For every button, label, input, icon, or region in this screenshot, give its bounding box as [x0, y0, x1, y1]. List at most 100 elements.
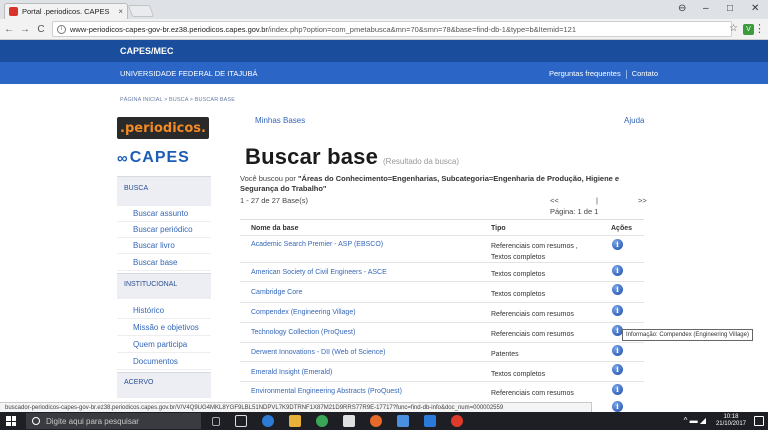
base-name-link[interactable]: Technology Collection (ProQuest) — [251, 329, 355, 336]
microphone-icon[interactable] — [212, 417, 220, 426]
info-icon[interactable]: i — [612, 284, 623, 295]
table-row: Environmental Engineering Abstracts (Pro… — [240, 381, 644, 402]
new-tab-button[interactable] — [127, 5, 155, 17]
capes-logo-text: CAPES — [129, 149, 190, 166]
pager-prev[interactable]: << — [550, 196, 559, 205]
forward-icon[interactable]: → — [18, 24, 32, 35]
reload-icon[interactable]: C — [34, 24, 48, 35]
sidebar-item-buscar-assunto[interactable]: Buscar assunto — [117, 206, 211, 222]
col-acoes: Ações — [611, 225, 633, 232]
search-summary: Você buscou por "Áreas do Conhecimento=E… — [240, 174, 640, 194]
taskbar-search-input[interactable]: Digite aqui para pesquisar — [26, 413, 201, 429]
tab-close-icon[interactable]: × — [118, 7, 123, 16]
info-icon[interactable]: i — [612, 345, 623, 356]
capes-mec-bar: CAPES/MEC — [0, 40, 768, 62]
minhas-bases-link[interactable]: Minhas Bases — [255, 116, 305, 125]
table-row: Emerald Insight (Emerald) Textos complet… — [240, 361, 644, 381]
info-icon[interactable]: i — [612, 239, 623, 250]
user-profile-icon[interactable]: ⊖ — [678, 3, 686, 14]
taskbar-search-placeholder: Digite aqui para pesquisar — [46, 416, 139, 426]
status-bar: buscador-periodicos-capes-gov-br.ez38.pe… — [0, 402, 592, 412]
cortana-icon — [32, 417, 40, 425]
sidebar-item-quem-participa[interactable]: Quem participa — [117, 337, 211, 353]
minimize-icon[interactable]: – — [703, 3, 709, 14]
sidebar-item-documentos[interactable]: Documentos — [117, 354, 211, 370]
breadcrumb[interactable]: PÁGINA INICIAL > BUSCA > BUSCAR BASE — [120, 97, 235, 103]
maximize-icon[interactable]: □ — [727, 3, 733, 14]
base-type: Referenciais com resumos — [491, 311, 574, 318]
sidebar-item-buscar-base[interactable]: Buscar base — [117, 255, 211, 271]
tab-title: Portal .periodicos. CAPES — [22, 7, 110, 16]
base-type: Referenciais com resumos — [491, 390, 574, 397]
bookmark-star-icon[interactable]: ☆ — [729, 23, 738, 34]
base-name-link[interactable]: Emerald Insight (Emerald) — [251, 369, 332, 376]
app-icon[interactable] — [397, 415, 409, 427]
ajuda-link[interactable]: Ajuda — [624, 116, 644, 125]
capes-mark-icon: ∞ — [117, 149, 128, 167]
base-type: Textos completos — [491, 371, 546, 378]
base-name-link[interactable]: Academic Search Premier - ASP (EBSCO) — [251, 241, 383, 248]
url-bar[interactable]: i www-periodicos-capes-gov-br.ez38.perio… — [52, 21, 732, 37]
windows-taskbar: Digite aqui para pesquisar ^ ▬ ◢ 10:18 2… — [0, 412, 768, 430]
capes-mec-label[interactable]: CAPES/MEC — [120, 46, 174, 56]
file-explorer-icon[interactable] — [289, 415, 301, 427]
base-type: Referenciais com resumos , Textos comple… — [491, 243, 578, 261]
browser-tab-bar: Portal .periodicos. CAPES × ⊖ – □ ✕ — [0, 0, 768, 19]
university-bar: UNIVERSIDADE FEDERAL DE ITAJUBÁ Pergunta… — [0, 62, 768, 84]
store-icon[interactable] — [343, 415, 355, 427]
opera-icon[interactable] — [451, 415, 463, 427]
pager-next[interactable]: >> — [638, 196, 647, 205]
contato-link[interactable]: Contato — [632, 69, 658, 78]
page-subtitle: (Resultado da busca) — [383, 157, 460, 166]
periodicos-logo[interactable]: .periodicos. — [117, 117, 209, 139]
sidebar-item-historico[interactable]: Histórico — [117, 303, 211, 319]
base-name-link[interactable]: Compendex (Engineering Village) — [251, 309, 356, 316]
base-name-link[interactable]: American Society of Civil Engineers - AS… — [251, 269, 387, 276]
info-icon[interactable]: i — [612, 401, 623, 412]
clock-date: 21/10/2017 — [715, 421, 746, 427]
table-row: Compendex (Engineering Village) Referenc… — [240, 302, 644, 322]
address-toolbar: ← → C i www-periodicos-capes-gov-br.ez38… — [0, 19, 768, 40]
info-tooltip: Informação: Compendex (Engineering Villa… — [622, 329, 753, 341]
pager-separator: | — [596, 196, 598, 205]
sidebar-head-institucional: INSTITUCIONAL — [117, 273, 211, 299]
sidebar-item-buscar-livro[interactable]: Buscar livro — [117, 238, 211, 254]
faq-link[interactable]: Perguntas frequentes — [549, 69, 621, 78]
col-nome: Nome da base — [251, 225, 299, 232]
task-view-icon[interactable] — [235, 415, 247, 427]
url-path: /index.php?option=com_pmetabusca&mn=70&s… — [267, 24, 577, 34]
close-window-icon[interactable]: ✕ — [751, 3, 759, 14]
base-name-link[interactable]: Environmental Engineering Abstracts (Pro… — [251, 388, 402, 395]
page-indicator: Página: 1 de 1 — [550, 207, 599, 216]
info-icon[interactable]: i — [612, 265, 623, 276]
site-info-icon[interactable]: i — [57, 24, 66, 34]
capes-logo[interactable]: ∞ CAPES — [117, 147, 211, 169]
base-name-link[interactable]: Derwent Innovations - DII (Web of Scienc… — [251, 349, 385, 356]
result-count: 1 - 27 de 27 Base(s) — [240, 196, 308, 205]
chrome-icon[interactable] — [316, 415, 328, 427]
base-name-link[interactable]: Cambridge Core — [251, 289, 302, 296]
table-row: Cambridge Core Textos completos i — [240, 281, 644, 302]
base-type: Textos completos — [491, 271, 546, 278]
info-icon[interactable]: i — [612, 384, 623, 395]
info-icon[interactable]: i — [612, 305, 623, 316]
sidebar-item-missao[interactable]: Missão e objetivos — [117, 320, 211, 336]
table-row: Technology Collection (ProQuest) Referen… — [240, 322, 644, 342]
app-icon-2[interactable] — [424, 415, 436, 427]
system-tray-icons[interactable]: ^ ▬ ◢ — [684, 416, 706, 425]
back-icon[interactable]: ← — [2, 24, 16, 35]
search-summary-prefix: Você buscou por — [240, 174, 298, 183]
extension-icon[interactable]: V — [743, 24, 754, 35]
info-icon[interactable]: i — [612, 364, 623, 375]
firefox-icon[interactable] — [370, 415, 382, 427]
taskbar-clock[interactable]: 10:18 21/10/2017 — [716, 414, 746, 428]
browser-menu-icon[interactable]: ⋮ — [754, 22, 765, 35]
sidebar-item-buscar-periodico[interactable]: Buscar periódico — [117, 222, 211, 238]
notifications-icon[interactable] — [754, 416, 764, 426]
browser-tab[interactable]: Portal .periodicos. CAPES × — [4, 3, 128, 19]
windows-start-icon[interactable] — [6, 416, 16, 426]
table-row: American Society of Civil Engineers - AS… — [240, 262, 644, 281]
edge-icon[interactable] — [262, 415, 274, 427]
sidebar-head-busca: BUSCA — [117, 176, 211, 206]
col-tipo: Tipo — [491, 225, 506, 232]
